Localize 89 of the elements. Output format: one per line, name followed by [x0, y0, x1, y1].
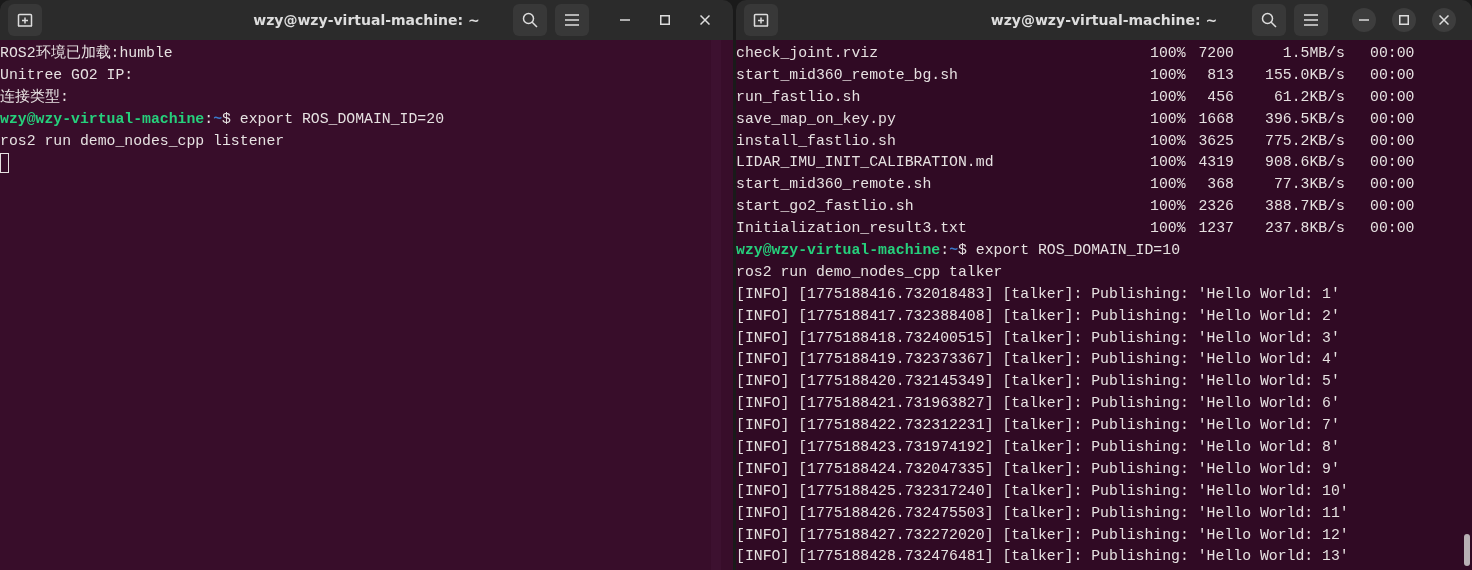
output-line: ros2 run demo_nodes_cpp talker: [736, 262, 1003, 282]
transfer-rate: 155.0KB/s: [1265, 65, 1345, 85]
output-line: [INFO] [1775188425.732317240] [talker]: Publishing: 'Hello World: 10': [736, 481, 1349, 501]
output-line: ros2 run demo_nodes_cpp listener: [0, 131, 285, 151]
menu-icon: [565, 14, 579, 26]
file-size: 4319: [1198, 153, 1234, 173]
transfer-percent: 100%: [1150, 65, 1186, 85]
new-tab-button[interactable]: [8, 4, 42, 36]
minimize-icon: [1359, 19, 1369, 21]
search-icon: [522, 12, 538, 28]
file-size: 368: [1207, 175, 1234, 195]
output-line: [INFO] [1775188421.731963827] [talker]: Publishing: 'Hello World: 6': [736, 394, 1340, 414]
close-icon: [700, 15, 710, 25]
transfer-time: 00:00: [1370, 131, 1415, 151]
transfer-rate: 237.8KB/s: [1265, 219, 1345, 239]
output-line: Unitree GO2 IP:: [0, 65, 134, 85]
new-tab-icon: [17, 13, 33, 27]
close-button[interactable]: [1432, 8, 1456, 32]
maximize-button[interactable]: [1392, 8, 1416, 32]
transfer-percent: 100%: [1150, 131, 1186, 151]
transfer-rate: 775.2KB/s: [1265, 131, 1345, 151]
file-name: Initialization_result3.txt: [736, 219, 967, 239]
file-name: start_mid360_remote_bg.sh: [736, 65, 958, 85]
transfer-percent: 100%: [1150, 219, 1186, 239]
transfer-percent: 100%: [1150, 109, 1186, 129]
transfer-rate: 77.3KB/s: [1273, 175, 1345, 195]
menu-button[interactable]: [1294, 4, 1328, 36]
file-size: 456: [1207, 87, 1234, 107]
scrollbar-thumb[interactable]: [1464, 534, 1470, 566]
output-line: [INFO] [1775188424.732047335] [talker]: Publishing: 'Hello World: 9': [736, 459, 1340, 479]
minimize-icon: [620, 19, 630, 21]
transfer-time: 00:00: [1370, 153, 1415, 173]
menu-icon: [1304, 14, 1318, 26]
output-line: [INFO] [1775188423.731974192] [talker]: Publishing: 'Hello World: 8': [736, 438, 1340, 458]
transfer-time: 00:00: [1370, 175, 1415, 195]
search-button[interactable]: [1252, 4, 1286, 36]
window-title: wzy@wzy-virtual-machine: ~: [253, 10, 480, 30]
transfer-rate: 388.7KB/s: [1265, 197, 1345, 217]
close-icon: [1439, 15, 1449, 25]
transfer-time: 00:00: [1370, 219, 1415, 239]
maximize-icon: [660, 15, 670, 25]
file-size: 7200: [1198, 44, 1234, 63]
output-line: [INFO] [1775188418.732400515] [talker]: Publishing: 'Hello World: 3': [736, 328, 1340, 348]
output-line: ROS2环境已加载:humble: [0, 43, 173, 63]
transfer-time: 00:00: [1370, 197, 1415, 217]
prompt-line: wzy@wzy-virtual-machine:~$ export ROS_DOMAIN_ID=10: [736, 241, 1180, 260]
transfer-rate: 908.6KB/s: [1265, 153, 1345, 173]
file-size: 2326: [1198, 197, 1234, 217]
search-button[interactable]: [513, 4, 547, 36]
transfer-time: 00:00: [1370, 65, 1415, 85]
file-size: 3625: [1198, 131, 1234, 151]
file-name: check_joint.rviz: [736, 44, 879, 63]
output-line: [INFO] [1775188417.732388408] [talker]: Publishing: 'Hello World: 2': [736, 306, 1340, 326]
transfer-percent: 100%: [1150, 197, 1186, 217]
output-line: [INFO] [1775188428.732476481] [talker]: Publishing: 'Hello World: 13': [736, 547, 1349, 567]
output-line: [INFO] [1775188426.732475503] [talker]: Publishing: 'Hello World: 11': [736, 503, 1349, 523]
output-line: [INFO] [1775188427.732272020] [talker]: Publishing: 'Hello World: 12': [736, 525, 1349, 545]
transfer-percent: 100%: [1150, 87, 1186, 107]
transfer-percent: 100%: [1150, 175, 1186, 195]
transfer-percent: 100%: [1150, 44, 1186, 63]
search-icon: [1261, 12, 1277, 28]
transfer-time: 00:00: [1370, 44, 1415, 63]
minimize-button[interactable]: [1352, 8, 1376, 32]
maximize-icon: [1399, 15, 1409, 25]
output-line: [INFO] [1775188419.732373367] [talker]: Publishing: 'Hello World: 4': [736, 350, 1340, 370]
file-size: 1237: [1198, 219, 1234, 239]
file-size: 1668: [1198, 109, 1234, 129]
output-line: 连接类型:: [0, 87, 69, 107]
output-line: [INFO] [1775188416.732018483] [talker]: Publishing: 'Hello World: 1': [736, 284, 1340, 304]
file-size: 813: [1207, 65, 1234, 85]
file-name: start_mid360_remote.sh: [736, 175, 932, 195]
transfer-rate: 1.5MB/s: [1282, 44, 1345, 63]
output-line: [INFO] [1775188420.732145349] [talker]: Publishing: 'Hello World: 5': [736, 372, 1340, 392]
prompt-line: wzy@wzy-virtual-machine:~$ export ROS_DOMAIN_ID=20: [0, 109, 444, 129]
new-tab-icon: [753, 13, 769, 27]
file-name: install_fastlio.sh: [736, 131, 896, 151]
transfer-time: 00:00: [1370, 87, 1415, 107]
output-line: [INFO] [1775188422.732312231] [talker]: Publishing: 'Hello World: 7': [736, 416, 1340, 436]
transfer-time: 00:00: [1370, 109, 1415, 129]
transfer-rate: 396.5KB/s: [1265, 109, 1345, 129]
transfer-rate: 61.2KB/s: [1273, 87, 1345, 107]
file-name: start_go2_fastlio.sh: [736, 197, 914, 217]
file-name: LIDAR_IMU_INIT_CALIBRATION.md: [736, 153, 994, 173]
transfer-percent: 100%: [1150, 153, 1186, 173]
file-name: run_fastlio.sh: [736, 87, 861, 107]
window-title: wzy@wzy-virtual-machine: ~: [990, 10, 1218, 30]
menu-button[interactable]: [555, 4, 589, 36]
file-name: save_map_on_key.py: [736, 109, 896, 129]
new-tab-button[interactable]: [744, 4, 778, 36]
